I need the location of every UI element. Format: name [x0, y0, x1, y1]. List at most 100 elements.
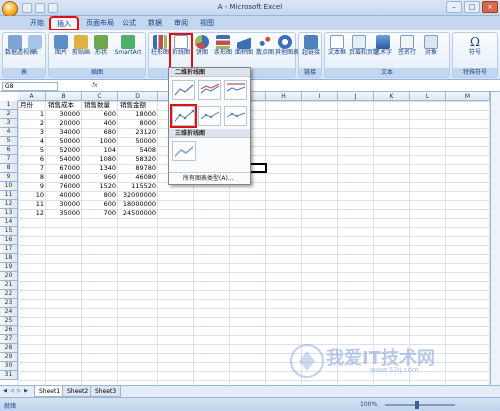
row-header-22[interactable]: 22 [0, 290, 18, 299]
table-cell[interactable]: 12 [18, 209, 46, 218]
zoom-level[interactable]: 100% [360, 401, 377, 408]
prev-sheet-icon[interactable]: ◁ [9, 388, 15, 395]
area-chart-button[interactable]: 面积图 [234, 35, 254, 69]
row-header-26[interactable]: 26 [0, 326, 18, 335]
table-cell[interactable]: 11 [18, 200, 46, 209]
row-header-1[interactable]: 1 [0, 101, 18, 110]
wordart-button[interactable]: 艺术字 [373, 35, 393, 69]
table-cell[interactable]: 40000 [46, 191, 82, 200]
table-cell[interactable]: 115520 [118, 182, 158, 191]
fx-icon[interactable]: fx [92, 82, 98, 89]
row-header-16[interactable]: 16 [0, 236, 18, 245]
object-button[interactable]: 对象 [421, 35, 441, 69]
row-header-7[interactable]: 7 [0, 155, 18, 164]
symbol-button[interactable]: Ω 符号 [465, 35, 485, 69]
table-cell[interactable]: 600 [82, 200, 118, 209]
tab-review[interactable]: 审阅 [168, 17, 194, 30]
picture-button[interactable]: 图片 [51, 35, 71, 69]
column-header-c[interactable]: C [82, 92, 118, 101]
row-header-28[interactable]: 28 [0, 344, 18, 353]
row-header-15[interactable]: 15 [0, 227, 18, 236]
table-button[interactable]: 表 [25, 35, 45, 69]
table-cell[interactable]: 1080 [82, 155, 118, 164]
row-header-18[interactable]: 18 [0, 254, 18, 263]
table-cell[interactable]: 7 [18, 164, 46, 173]
table-cell[interactable]: 76000 [46, 182, 82, 191]
row-header-27[interactable]: 27 [0, 335, 18, 344]
table-cell[interactable]: 54000 [46, 155, 82, 164]
zoom-slider-thumb[interactable] [415, 401, 419, 409]
line-chart-type-markers[interactable] [170, 104, 197, 128]
line-chart-type-percent-markers[interactable] [224, 106, 247, 126]
name-box[interactable]: G8 [2, 82, 58, 91]
row-header-17[interactable]: 17 [0, 245, 18, 254]
table-cell[interactable]: 1 [18, 110, 46, 119]
tab-page-layout[interactable]: 页面布局 [80, 17, 120, 30]
line-chart-type-line[interactable] [172, 80, 195, 100]
line-chart-type-stacked-markers[interactable] [198, 106, 221, 126]
line-chart-button[interactable]: 折线图 [169, 33, 193, 71]
sheet-tab-1[interactable]: Sheet1 [34, 386, 66, 397]
table-cell[interactable]: 10 [18, 191, 46, 200]
column-header-m[interactable]: M [446, 92, 490, 101]
row-header-30[interactable]: 30 [0, 362, 18, 371]
table-cell[interactable]: 1000 [82, 137, 118, 146]
table-cell[interactable]: 35000 [46, 209, 82, 218]
row-header-29[interactable]: 29 [0, 353, 18, 362]
column-header-i[interactable]: I [302, 92, 338, 101]
shapes-button[interactable]: 形状 [91, 35, 111, 69]
tab-view[interactable]: 视图 [194, 17, 220, 30]
column-header-l[interactable]: L [410, 92, 446, 101]
table-cell[interactable]: 680 [82, 128, 118, 137]
table-cell[interactable]: 600 [82, 110, 118, 119]
row-header-19[interactable]: 19 [0, 263, 18, 272]
table-cell[interactable]: 52000 [46, 146, 82, 155]
header-cell[interactable]: 销售成本 [46, 101, 82, 110]
minimize-button[interactable]: – [446, 1, 462, 13]
header-cell[interactable]: 销售数量 [82, 101, 118, 110]
column-header-d[interactable]: D [118, 92, 158, 101]
textbox-button[interactable]: 文本框 [327, 35, 347, 69]
table-cell[interactable]: 30000 [46, 110, 82, 119]
table-cell[interactable]: 67000 [46, 164, 82, 173]
tab-home[interactable]: 开始 [24, 17, 50, 30]
table-cell[interactable]: 104 [82, 146, 118, 155]
clipart-button[interactable]: 剪贴画 [71, 35, 91, 69]
row-header-9[interactable]: 9 [0, 173, 18, 182]
table-cell[interactable]: 5 [18, 146, 46, 155]
row-header-11[interactable]: 11 [0, 191, 18, 200]
first-sheet-icon[interactable]: ◀ [2, 388, 8, 395]
table-cell[interactable]: 2 [18, 119, 46, 128]
maximize-button[interactable]: □ [464, 1, 480, 13]
row-header-31[interactable]: 31 [0, 371, 18, 380]
table-cell[interactable]: 5408 [118, 146, 158, 155]
row-header-13[interactable]: 13 [0, 209, 18, 218]
table-cell[interactable]: 4 [18, 137, 46, 146]
header-footer-button[interactable]: 页眉和页脚 [349, 35, 379, 69]
table-cell[interactable]: 3 [18, 128, 46, 137]
hyperlink-button[interactable]: 超链接 [301, 35, 321, 69]
column-header-a[interactable]: A [18, 92, 46, 101]
table-cell[interactable]: 23120 [118, 128, 158, 137]
table-cell[interactable]: 9 [18, 182, 46, 191]
table-cell[interactable]: 8 [18, 173, 46, 182]
row-header-6[interactable]: 6 [0, 146, 18, 155]
table-cell[interactable]: 89780 [118, 164, 158, 173]
table-cell[interactable]: 18000 [118, 110, 158, 119]
row-header-25[interactable]: 25 [0, 317, 18, 326]
line-chart-type-percent[interactable] [224, 80, 247, 100]
table-cell[interactable]: 1520 [82, 182, 118, 191]
table-cell[interactable]: 46080 [118, 173, 158, 182]
sheet-tab-2[interactable]: Sheet2 [62, 386, 94, 397]
column-header-j[interactable]: J [338, 92, 374, 101]
signature-line-button[interactable]: 签名行 [397, 35, 417, 69]
table-cell[interactable]: 20000 [46, 119, 82, 128]
line-chart-type-stacked[interactable] [198, 80, 221, 100]
tab-data[interactable]: 数据 [142, 17, 168, 30]
row-header-14[interactable]: 14 [0, 218, 18, 227]
next-sheet-icon[interactable]: ▷ [16, 388, 22, 395]
table-cell[interactable]: 6 [18, 155, 46, 164]
table-cell[interactable]: 8000 [118, 119, 158, 128]
table-cell[interactable]: 50000 [46, 137, 82, 146]
smartart-button[interactable]: SmartArt [113, 35, 143, 69]
